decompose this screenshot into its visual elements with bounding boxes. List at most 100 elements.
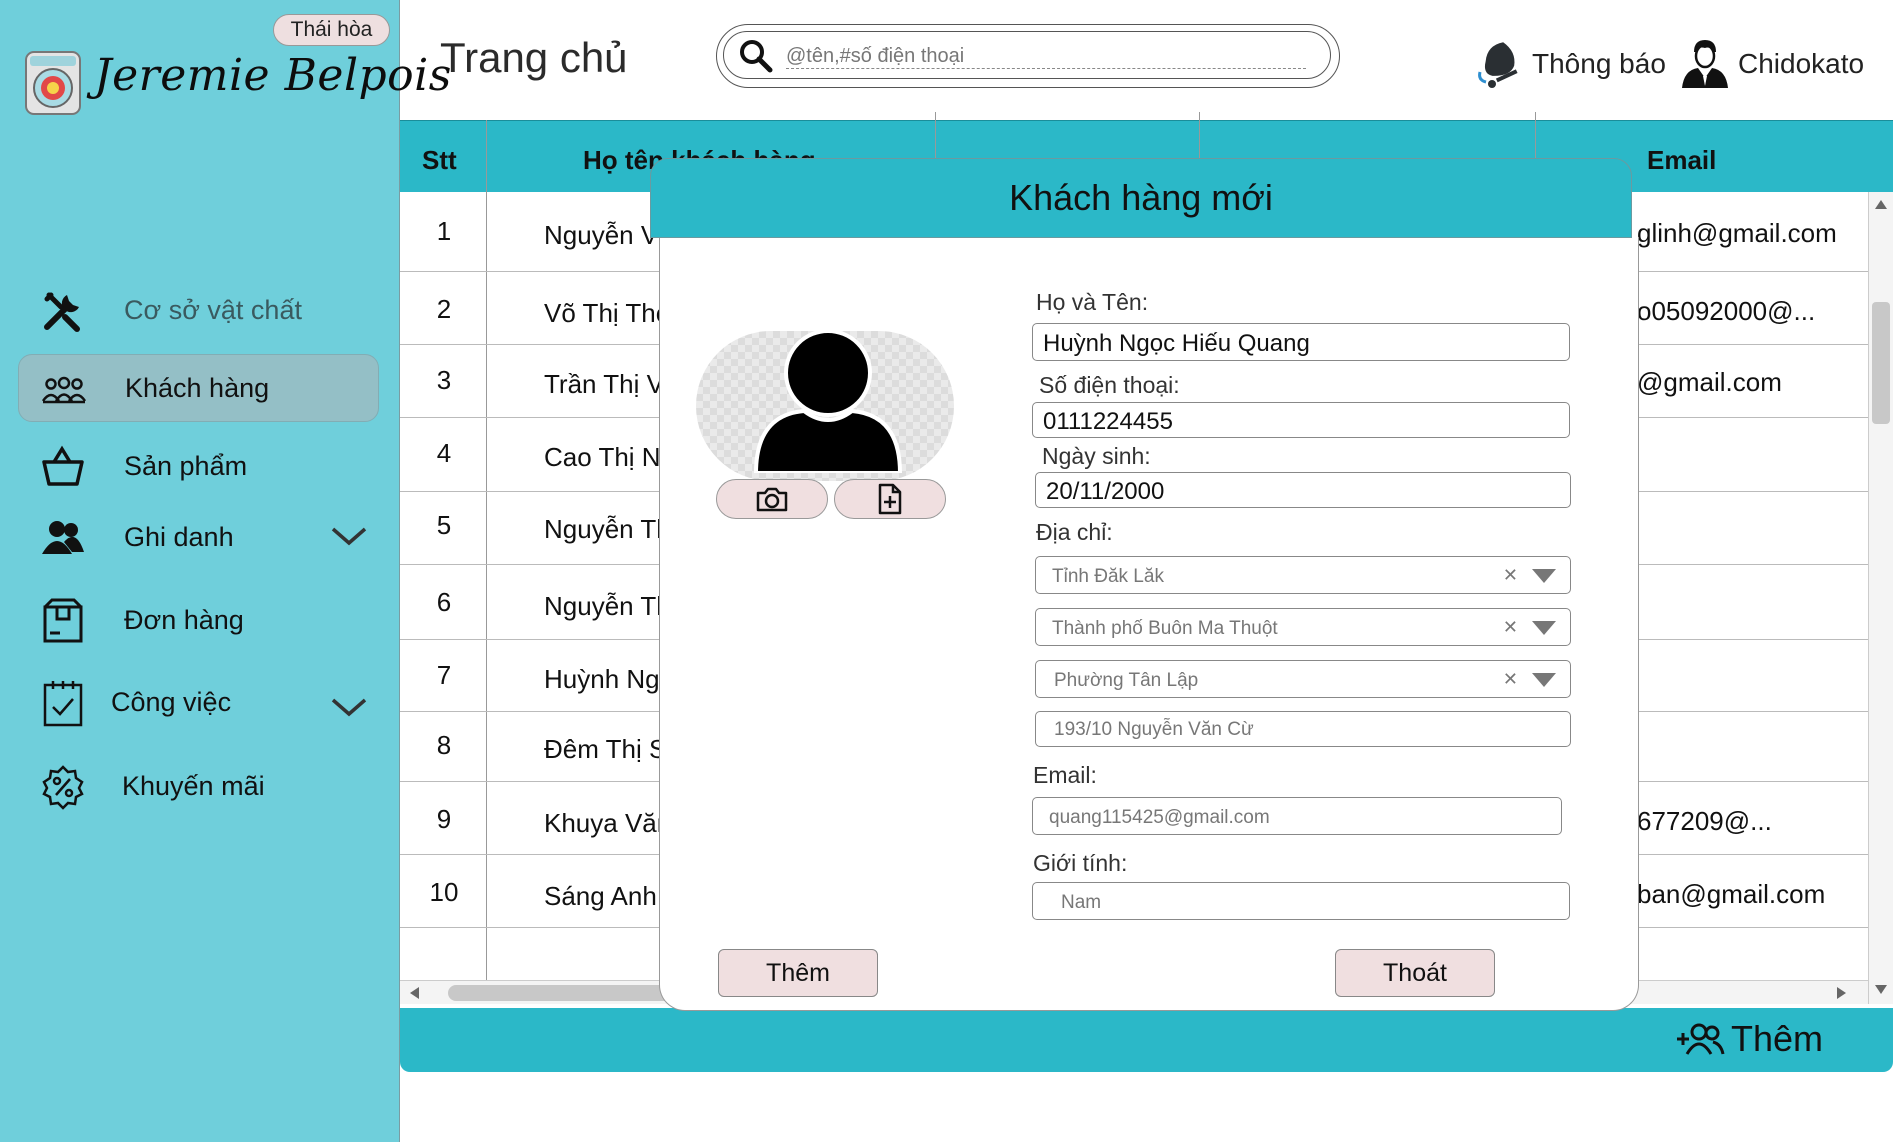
cell-customer-name: Đêm Thị S: [544, 734, 667, 764]
sidebar-item-label: Sản phẩm: [124, 450, 248, 481]
cell-customer-name: Võ Thị Tho: [544, 298, 671, 328]
dropdown-arrow-icon[interactable]: [1532, 569, 1556, 583]
camera-icon: [756, 487, 788, 512]
ward-select[interactable]: Phường Tân Lập ✕: [1035, 660, 1571, 698]
chevron-down-icon[interactable]: [329, 692, 369, 722]
take-photo-button[interactable]: [716, 479, 828, 519]
street-field[interactable]: 193/10 Nguyễn Văn Cừ: [1035, 711, 1571, 747]
user-name: Chidokato: [1738, 48, 1865, 79]
dropdown-arrow-icon[interactable]: [1532, 621, 1556, 635]
calendar-check-icon: [40, 680, 86, 727]
sidebar-item-label: Cơ sở vật chất: [124, 294, 302, 325]
sidebar-item-label: Đơn hàng: [124, 604, 244, 635]
name-field[interactable]: Huỳnh Ngọc Hiếu Quang: [1032, 323, 1570, 361]
cell-customer-name: Huỳnh Ng: [544, 664, 660, 694]
sidebar-item-customers[interactable]: Khách hàng: [18, 354, 379, 422]
cell-customer-name: Sáng Anh: [544, 881, 657, 911]
phone-value: 0111224455: [1043, 408, 1173, 435]
dialog-header: Khách hàng mới: [650, 158, 1632, 238]
sidebar-item-tasks[interactable]: Công việc: [18, 668, 379, 736]
street-placeholder: 193/10 Nguyễn Văn Cừ: [1054, 719, 1254, 740]
column-header-stt[interactable]: Stt: [422, 145, 457, 176]
chevron-down-icon[interactable]: [329, 521, 369, 551]
cell-stt: 8: [436, 730, 452, 760]
new-customer-dialog: Họ và Tên: Huỳnh Ngọc Hiếu Quang Số điện…: [659, 237, 1639, 1011]
email-field[interactable]: quang115425@gmail.com: [1032, 797, 1562, 835]
user-menu[interactable]: Chidokato: [1680, 36, 1864, 92]
sidebar-item-label: Khuyến mãi: [122, 770, 265, 801]
branch-badge[interactable]: Thái hòa: [273, 14, 390, 46]
sidebar-item-label: Ghi danh: [124, 521, 234, 552]
sidebar-item-orders[interactable]: Đơn hàng: [18, 586, 379, 654]
dob-field[interactable]: 20/11/2000: [1035, 472, 1571, 508]
city-select[interactable]: Thành phố Buôn Ma Thuột ✕: [1035, 608, 1571, 646]
scroll-left-icon[interactable]: [408, 986, 420, 1000]
sidebar-item-label: Công việc: [111, 686, 232, 717]
sidebar-item-promotions[interactable]: Khuyến mãi: [18, 752, 379, 820]
cell-customer-name: Trần Thị V: [544, 369, 664, 399]
add-button[interactable]: Thêm: [718, 949, 878, 997]
province-select[interactable]: Tỉnh Đăk Lăk ✕: [1035, 556, 1571, 594]
notifications-button[interactable]: Thông báo: [1474, 36, 1666, 92]
sidebar-item-enrollment[interactable]: Ghi danh: [18, 503, 379, 571]
cell-stt: 7: [436, 660, 452, 690]
cell-stt: 1: [436, 216, 452, 246]
brand-name: Jeremie Belpois: [94, 50, 452, 101]
phone-field[interactable]: 0111224455: [1032, 402, 1570, 438]
user-avatar-icon: [1682, 40, 1728, 88]
scroll-right-icon[interactable]: [1836, 986, 1848, 1000]
clear-icon[interactable]: ✕: [1503, 617, 1518, 638]
sidebar-item-facilities[interactable]: Cơ sở vật chất: [18, 276, 379, 344]
search-box[interactable]: @tên,#số điện thoại: [716, 24, 1340, 88]
add-customer-button[interactable]: Thêm: [1675, 1018, 1823, 1060]
search-icon: [740, 40, 773, 73]
scroll-up-icon[interactable]: [1874, 198, 1888, 210]
cell-email: @gmail.com: [1637, 367, 1782, 397]
tools-icon: [40, 288, 86, 334]
cell-stt: 3: [436, 365, 452, 395]
basket-icon: [40, 444, 86, 490]
sidebar-item-label: Khách hàng: [125, 372, 270, 403]
sidebar-item-products[interactable]: Sản phẩm: [18, 432, 379, 500]
users-icon: [40, 515, 86, 561]
upload-file-button[interactable]: [834, 479, 946, 519]
gender-placeholder: Nam: [1061, 892, 1102, 913]
cell-stt: 2: [436, 294, 452, 324]
vertical-scrollbar[interactable]: [1868, 192, 1893, 1004]
cell-stt: 6: [436, 587, 452, 617]
email-label: Email:: [1033, 762, 1097, 788]
cell-email: glinh@gmail.com: [1637, 218, 1837, 248]
dob-label: Ngày sinh:: [1042, 443, 1151, 469]
bell-icon: [1478, 42, 1518, 88]
scroll-down-icon[interactable]: [1874, 984, 1888, 996]
gender-field[interactable]: Nam: [1032, 882, 1570, 920]
file-add-icon: [878, 483, 902, 515]
customers-icon: [41, 367, 87, 413]
cell-email: ban@gmail.com: [1637, 879, 1826, 909]
add-customer-label: Thêm: [1730, 1018, 1823, 1059]
cell-customer-name: Nguyễn Th: [544, 514, 671, 544]
dob-value: 20/11/2000: [1046, 478, 1165, 505]
column-header-email[interactable]: Email: [1647, 145, 1716, 176]
scroll-thumb[interactable]: [1872, 302, 1890, 424]
cell-customer-name: Nguyễn Th: [544, 591, 671, 621]
table-footer: Thêm: [400, 1008, 1893, 1072]
dropdown-arrow-icon[interactable]: [1532, 673, 1556, 687]
washing-machine-logo-icon: [25, 51, 81, 115]
sidebar: Thái hòa Jeremie Belpois Cơ sở vật chất …: [0, 0, 451, 1142]
clear-icon[interactable]: ✕: [1503, 669, 1518, 690]
package-icon: [40, 598, 86, 644]
cell-customer-name: Khuya Văn: [544, 808, 672, 838]
address-label: Địa chỉ:: [1036, 519, 1113, 545]
cell-stt: 9: [436, 804, 452, 834]
exit-button[interactable]: Thoát: [1335, 949, 1495, 997]
avatar-placeholder-icon[interactable]: [752, 331, 904, 473]
cell-stt: 4: [436, 438, 452, 468]
cell-customer-name: Cao Thị N: [544, 442, 661, 472]
search-input[interactable]: @tên,#số điện thoại: [723, 31, 1331, 79]
phone-label: Số điện thoại:: [1039, 372, 1180, 398]
clear-icon[interactable]: ✕: [1503, 565, 1518, 586]
app-window: Thái hòa Jeremie Belpois Cơ sở vật chất …: [0, 0, 1893, 1142]
dialog-title: Khách hàng mới: [1009, 177, 1273, 218]
add-user-icon: [1676, 1023, 1725, 1055]
